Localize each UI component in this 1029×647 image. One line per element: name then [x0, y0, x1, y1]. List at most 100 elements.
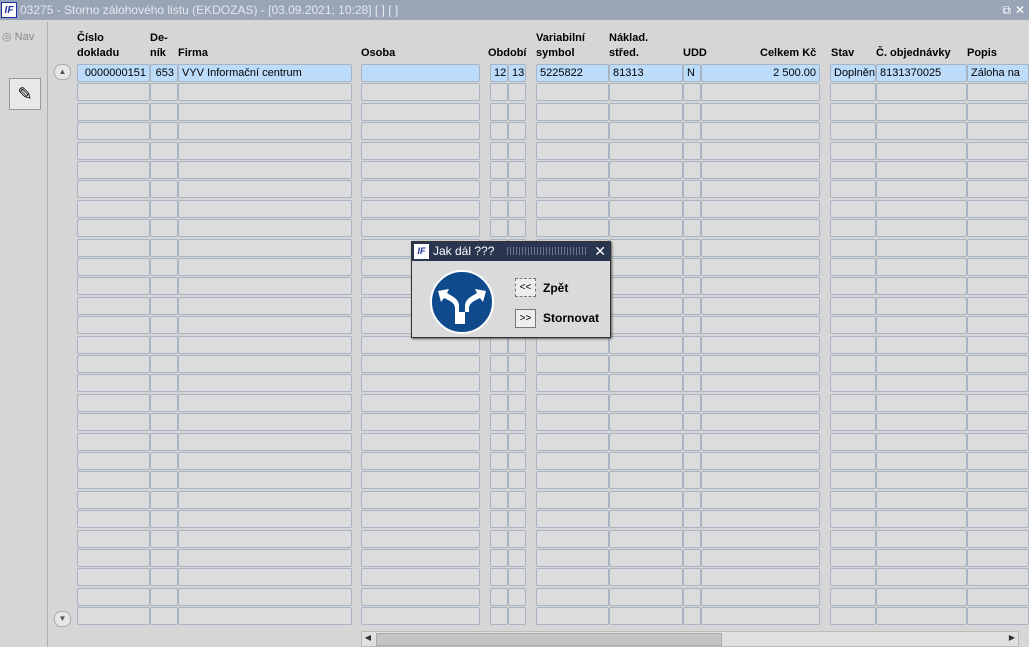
cell-naklad-stred[interactable]	[609, 529, 683, 548]
cell-cislo-objednavky[interactable]	[876, 277, 967, 296]
cell-popis[interactable]	[967, 199, 1029, 218]
cell-obdobi-to[interactable]	[508, 607, 526, 626]
scroll-thumb[interactable]	[376, 633, 722, 646]
cell-popis[interactable]	[967, 607, 1029, 626]
cell-stav[interactable]	[830, 296, 876, 315]
cell-udd[interactable]	[683, 393, 701, 412]
cell-denik[interactable]	[150, 529, 178, 548]
cell-obdobi-from[interactable]	[490, 180, 508, 199]
cell-osoba[interactable]	[361, 219, 480, 238]
cell-udd[interactable]	[683, 510, 701, 529]
cell-udd[interactable]	[683, 141, 701, 160]
cell-obdobi-from[interactable]	[490, 413, 508, 432]
cell-stav[interactable]	[830, 355, 876, 373]
cell-celkem-kc[interactable]	[701, 316, 820, 335]
cell-cislo-objednavky[interactable]	[876, 316, 967, 335]
cell-obdobi-to[interactable]	[508, 335, 526, 354]
cell-cislo-objednavky[interactable]	[876, 413, 967, 432]
cell-cislo-objednavky[interactable]	[876, 568, 967, 587]
cell-obdobi-from[interactable]	[490, 490, 508, 509]
cell-denik[interactable]	[150, 258, 178, 276]
cell-osoba[interactable]	[361, 529, 480, 548]
cell-celkem-kc[interactable]	[701, 199, 820, 218]
cell-cislo-objednavky[interactable]	[876, 471, 967, 490]
cell-obdobi-from[interactable]	[490, 549, 508, 567]
cell-celkem-kc[interactable]	[701, 529, 820, 548]
cell-cislo-objednavky[interactable]	[876, 199, 967, 218]
cell-cislo-dokladu[interactable]	[77, 161, 150, 179]
cell-naklad-stred[interactable]	[609, 335, 683, 354]
cell-obdobi-from[interactable]	[490, 568, 508, 587]
column-header[interactable]: Stav	[831, 31, 854, 61]
cell-osoba[interactable]	[361, 471, 480, 490]
cell-firma[interactable]	[178, 296, 352, 315]
column-header[interactable]: Období	[488, 31, 527, 61]
cell-cislo-objednavky[interactable]	[876, 141, 967, 160]
cell-variabilni-symbol[interactable]	[536, 510, 609, 529]
cell-variabilni-symbol[interactable]	[536, 199, 609, 218]
cell-cislo-objednavky[interactable]	[876, 238, 967, 257]
cell-cislo-objednavky[interactable]	[876, 432, 967, 451]
cell-obdobi-from[interactable]: 12	[490, 64, 508, 82]
column-header[interactable]: Náklad. střed.	[609, 31, 648, 61]
cell-obdobi-from[interactable]	[490, 607, 508, 626]
cell-denik[interactable]	[150, 102, 178, 121]
column-header[interactable]: UDD	[683, 31, 707, 61]
cell-naklad-stred[interactable]	[609, 238, 683, 257]
cell-celkem-kc[interactable]	[701, 161, 820, 179]
cell-naklad-stred[interactable]	[609, 219, 683, 238]
cell-obdobi-to[interactable]	[508, 432, 526, 451]
cell-firma[interactable]	[178, 161, 352, 179]
cell-stav[interactable]	[830, 238, 876, 257]
cell-osoba[interactable]	[361, 180, 480, 199]
cell-denik[interactable]	[150, 413, 178, 432]
cell-celkem-kc[interactable]	[701, 238, 820, 257]
cell-obdobi-to[interactable]	[508, 355, 526, 373]
cell-naklad-stred[interactable]	[609, 490, 683, 509]
cell-cislo-dokladu[interactable]	[77, 490, 150, 509]
cell-udd[interactable]	[683, 529, 701, 548]
cell-firma[interactable]	[178, 490, 352, 509]
scroll-down-icon[interactable]: ▼	[54, 611, 71, 627]
cell-celkem-kc[interactable]	[701, 549, 820, 567]
restore-icon[interactable]: ⧉	[1002, 0, 1011, 20]
cell-cislo-dokladu[interactable]	[77, 122, 150, 141]
cell-cislo-dokladu[interactable]	[77, 529, 150, 548]
cell-celkem-kc[interactable]	[701, 180, 820, 199]
cell-obdobi-to[interactable]	[508, 510, 526, 529]
cell-obdobi-to[interactable]	[508, 529, 526, 548]
cell-cislo-objednavky[interactable]	[876, 102, 967, 121]
cell-firma[interactable]	[178, 432, 352, 451]
cell-cislo-objednavky[interactable]	[876, 529, 967, 548]
cell-cislo-dokladu[interactable]	[77, 238, 150, 257]
cell-stav[interactable]	[830, 490, 876, 509]
cell-osoba[interactable]	[361, 510, 480, 529]
cell-celkem-kc[interactable]	[701, 83, 820, 102]
cell-popis[interactable]	[967, 568, 1029, 587]
cell-cislo-objednavky[interactable]	[876, 161, 967, 179]
close-icon[interactable]: ✕	[1015, 0, 1025, 20]
cell-obdobi-to[interactable]	[508, 490, 526, 509]
cell-cislo-dokladu[interactable]	[77, 510, 150, 529]
cell-denik[interactable]	[150, 83, 178, 102]
cell-variabilni-symbol[interactable]	[536, 568, 609, 587]
cell-udd[interactable]	[683, 258, 701, 276]
cell-firma[interactable]	[178, 199, 352, 218]
cell-popis[interactable]	[967, 432, 1029, 451]
cell-cislo-objednavky[interactable]	[876, 587, 967, 606]
cell-cislo-objednavky[interactable]	[876, 510, 967, 529]
cell-udd[interactable]	[683, 607, 701, 626]
cell-naklad-stred[interactable]	[609, 122, 683, 141]
cell-variabilni-symbol[interactable]	[536, 393, 609, 412]
cell-denik[interactable]: 653	[150, 64, 178, 82]
cell-celkem-kc[interactable]	[701, 141, 820, 160]
cell-popis[interactable]	[967, 471, 1029, 490]
cell-cislo-dokladu[interactable]	[77, 258, 150, 276]
cell-cislo-dokladu[interactable]	[77, 568, 150, 587]
cell-firma[interactable]	[178, 102, 352, 121]
cell-obdobi-from[interactable]	[490, 510, 508, 529]
column-header[interactable]: Č. objednávky	[876, 31, 951, 61]
cell-naklad-stred[interactable]	[609, 568, 683, 587]
cell-popis[interactable]	[967, 335, 1029, 354]
cell-obdobi-from[interactable]	[490, 102, 508, 121]
